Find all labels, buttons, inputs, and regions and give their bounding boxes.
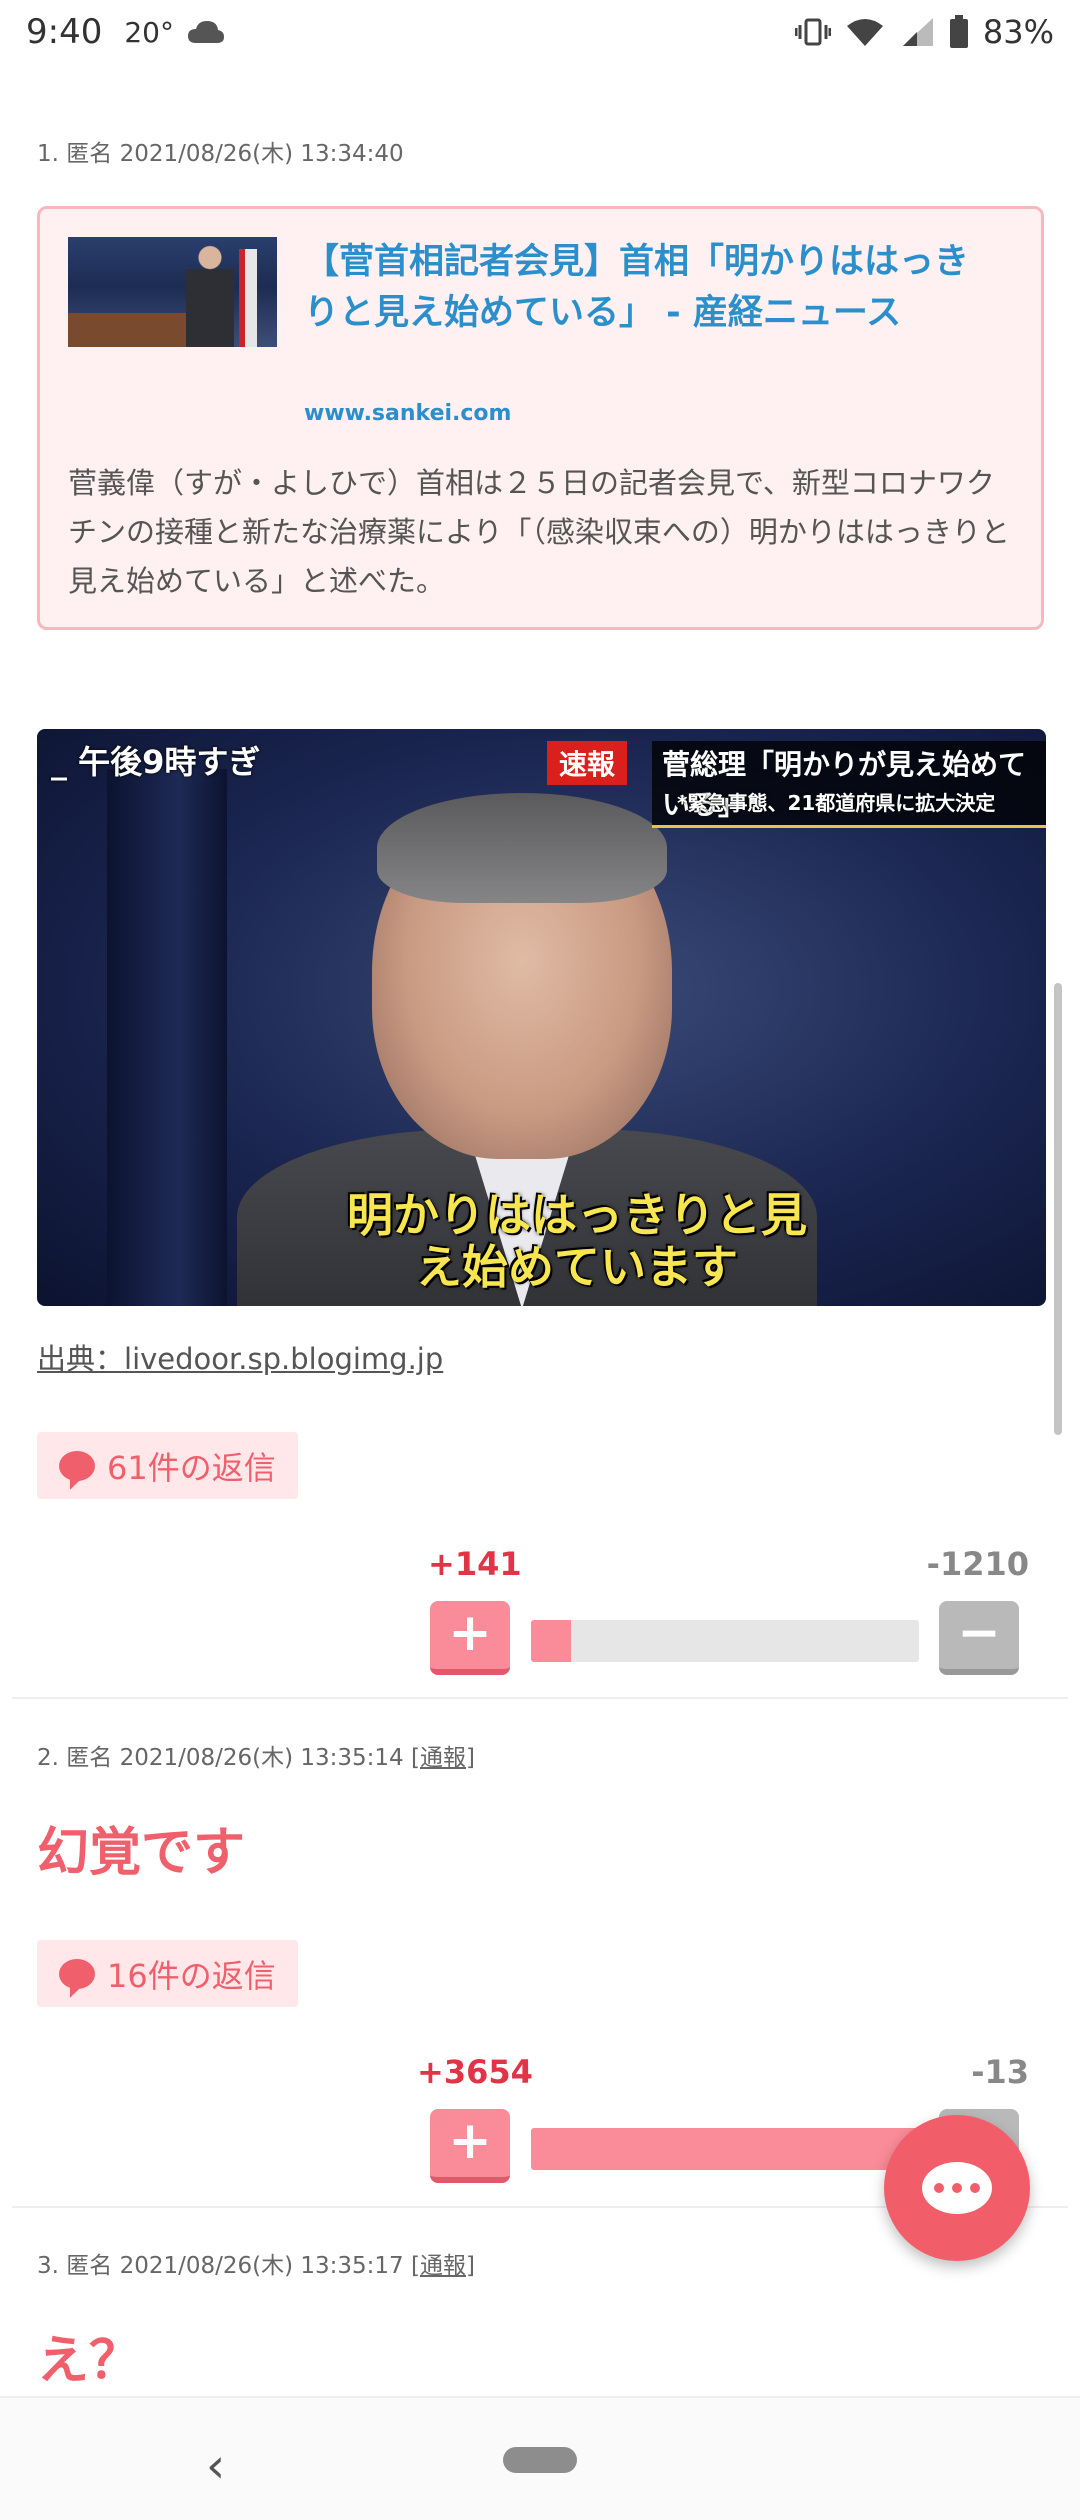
battery-percent: 83%: [982, 13, 1054, 51]
flag-shape: [239, 249, 257, 347]
plus-button[interactable]: +: [430, 2109, 510, 2183]
vote-ratio-bar: [531, 1620, 919, 1662]
link-thumbnail[interactable]: [68, 237, 277, 347]
speech-bubble-icon: [59, 1450, 95, 1481]
comment-meta: 2. 匿名 2021/08/26(木) 13:35:14: [37, 1745, 404, 1771]
vote-panel: +141 -1210 + −: [0, 1545, 1080, 1695]
comment-meta: 1. 匿名 2021/08/26(木) 13:34:40: [37, 141, 404, 167]
comment-header: 2. 匿名 2021/08/26(木) 13:35:14 [通報]: [37, 1738, 475, 1772]
report-link[interactable]: [通報]: [411, 1745, 475, 1771]
plus-count: +3654: [417, 2053, 533, 2091]
link-card[interactable]: 【菅首相記者会見】首相「明かりははっきりと見え始めている」 - 産経ニュース w…: [37, 206, 1044, 630]
source-prefix: 出典：: [37, 1342, 125, 1376]
status-icons: 83%: [794, 13, 1054, 51]
chat-icon: [922, 2162, 992, 2214]
plus-count: +141: [428, 1545, 522, 1583]
comment-fab-button[interactable]: [884, 2115, 1030, 2261]
photo-breaking-tag: 速報: [547, 741, 628, 785]
photo-caption: 明かりははっきりと見え始めています: [347, 1188, 807, 1294]
navigation-bar: ‹: [0, 2396, 1080, 2520]
flag-background: [107, 769, 227, 1306]
scrollbar[interactable]: [1054, 983, 1062, 1435]
comment-header: 1. 匿名 2021/08/26(木) 13:34:40: [37, 134, 404, 168]
status-temperature: 20°: [124, 15, 174, 49]
back-icon[interactable]: ‹: [206, 2438, 225, 2494]
photo-time-tag: 午後9時すぎ: [51, 737, 260, 783]
speech-bubble-icon: [59, 1958, 95, 1989]
minus-count: -13: [971, 2053, 1029, 2091]
vote-ratio-bar: [531, 2128, 919, 2170]
report-link[interactable]: [通報]: [411, 2253, 475, 2279]
replies-label: 61件の返信: [107, 1448, 276, 1487]
image-source: 出典：livedoor.sp.blogimg.jp: [37, 1336, 443, 1378]
replies-button[interactable]: 61件の返信: [37, 1432, 298, 1499]
podium-shape: [68, 313, 188, 347]
vibrate-icon: [794, 18, 831, 46]
page: 9:40 20° 83% 1. 匿名 2021/08/26(木) 13:34:4…: [0, 0, 1080, 2520]
person-shape: [186, 243, 234, 347]
comment-body: え？: [37, 2331, 142, 2391]
link-title[interactable]: 【菅首相記者会見】首相「明かりははっきりと見え始めている」 - 産経ニュース: [304, 237, 984, 339]
comment-meta: 3. 匿名 2021/08/26(木) 13:35:17: [37, 2253, 404, 2279]
link-domain[interactable]: www.sankei.com: [304, 401, 511, 426]
photo-sub-tag: *緊急事態、21都道府県に拡大決定: [677, 791, 996, 815]
status-time: 9:40: [26, 12, 103, 52]
replies-label: 16件の返信: [107, 1956, 276, 1995]
link-description: 菅義偉（すが・よしひで）首相は２５日の記者会見で、新型コロナワクチンの接種と新た…: [68, 466, 1010, 598]
plus-button[interactable]: +: [430, 1601, 510, 1675]
vote-ratio-fill: [531, 2128, 918, 2170]
minus-count: -1210: [926, 1545, 1029, 1583]
battery-icon: [949, 15, 968, 48]
signal-icon: [902, 18, 933, 46]
comment-body: 幻覚です: [37, 1823, 246, 1883]
minus-button[interactable]: −: [939, 1601, 1019, 1675]
source-link[interactable]: livedoor.sp.blogimg.jp: [124, 1342, 443, 1376]
comment-header: 3. 匿名 2021/08/26(木) 13:35:17 [通報]: [37, 2246, 475, 2280]
status-bar: 9:40 20° 83%: [0, 0, 1080, 64]
wifi-icon: [846, 19, 883, 46]
divider: [12, 1697, 1068, 1699]
replies-button[interactable]: 16件の返信: [37, 1940, 298, 2007]
hair-shape: [377, 793, 667, 903]
vote-ratio-fill: [531, 1620, 572, 1662]
home-pill-icon[interactable]: [503, 2447, 577, 2473]
cloud-icon: [188, 21, 224, 43]
news-photo[interactable]: 午後9時すぎ 速報 菅総理「明かりが見え始めている」 *緊急事態、21都道府県に…: [37, 729, 1046, 1306]
